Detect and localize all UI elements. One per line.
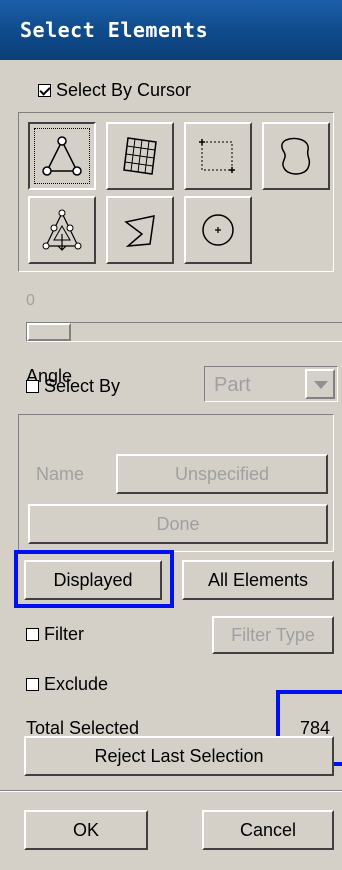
slider-value-label: 0 xyxy=(26,292,35,309)
select-by-dropdown[interactable]: Part xyxy=(204,366,338,402)
title-bar[interactable]: Select Elements xyxy=(0,0,342,60)
select-by-dropdown-value: Part xyxy=(214,374,251,396)
angle-slider-track[interactable] xyxy=(26,322,342,342)
tool-freehand-region[interactable] xyxy=(262,122,330,190)
name-unspecified-button[interactable]: Unspecified xyxy=(116,454,328,494)
select-by-toggle[interactable]: Select By xyxy=(26,376,120,397)
exclude-checkbox[interactable] xyxy=(26,678,39,691)
select-by-label: Select By xyxy=(44,376,121,396)
footer-separator xyxy=(0,790,342,792)
all-elements-button[interactable]: All Elements xyxy=(182,560,334,600)
exclude-label: Exclude xyxy=(44,674,109,694)
select-by-cursor-toggle[interactable]: Select By Cursor xyxy=(38,80,191,101)
select-by-cursor-checkbox[interactable] xyxy=(38,84,51,97)
polygon-select-icon xyxy=(124,215,155,247)
done-button[interactable]: Done xyxy=(28,504,328,544)
tool-circle-select[interactable] xyxy=(184,196,252,264)
angle-slider-thumb[interactable] xyxy=(27,323,71,341)
tool-surface-patch[interactable] xyxy=(106,122,174,190)
select-by-cursor-label: Select By Cursor xyxy=(56,80,192,100)
reject-last-selection-button[interactable]: Reject Last Selection xyxy=(24,736,334,776)
surface-patch-icon xyxy=(123,137,157,175)
filter-toggle[interactable]: Filter xyxy=(26,624,84,645)
tool-box-select[interactable] xyxy=(184,122,252,190)
single-element-icon xyxy=(42,136,82,176)
tool-element-propagation[interactable] xyxy=(28,196,96,264)
cancel-button[interactable]: Cancel xyxy=(202,810,334,850)
name-label: Name xyxy=(36,464,85,484)
circle-select-icon xyxy=(202,214,234,246)
filter-checkbox[interactable] xyxy=(26,628,39,641)
ok-button[interactable]: OK xyxy=(24,810,148,850)
filter-label: Filter xyxy=(44,624,84,644)
box-select-icon xyxy=(199,139,235,173)
tool-single-element[interactable] xyxy=(28,122,96,190)
chevron-down-icon[interactable] xyxy=(305,369,335,399)
exclude-toggle[interactable]: Exclude xyxy=(26,674,108,695)
window-title: Select Elements xyxy=(20,18,209,42)
select-elements-panel: Select Elements Select By Cursor 0 Angle… xyxy=(0,0,342,870)
filter-type-button[interactable]: Filter Type xyxy=(212,616,334,654)
element-propagation-icon xyxy=(42,209,82,251)
tool-polygon-select[interactable] xyxy=(106,196,174,264)
displayed-highlight-box xyxy=(14,550,174,608)
freehand-region-icon xyxy=(281,137,311,175)
select-by-checkbox[interactable] xyxy=(26,380,39,393)
